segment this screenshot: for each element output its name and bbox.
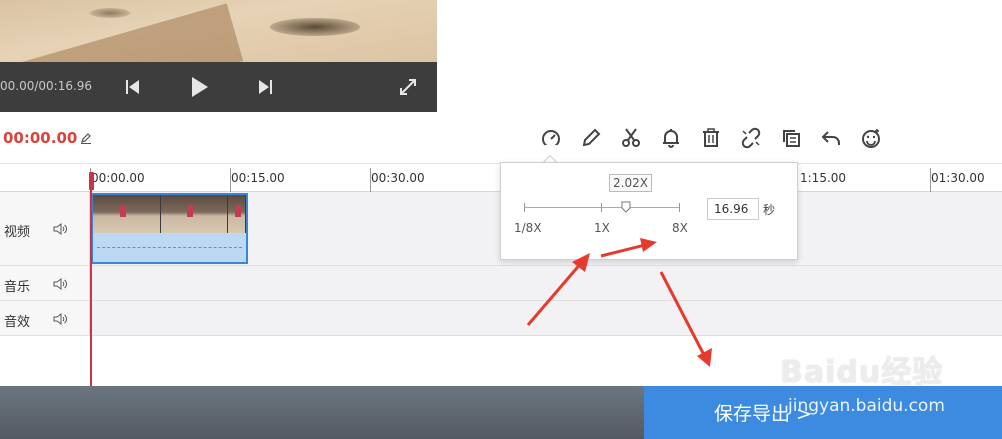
clip-thumbnail [93,195,161,233]
speedometer-icon [542,130,560,148]
duration-input[interactable]: 16.96 [707,198,759,220]
track-name: 音乐 [4,280,31,295]
track-header: 音乐 [0,266,90,300]
pencil-icon [582,128,601,147]
cut-tool-button[interactable] [619,126,643,150]
delete-tool-button[interactable] [699,126,723,150]
play-icon [192,77,208,97]
slider-tick [524,203,525,212]
next-frame-button[interactable] [253,75,277,99]
playhead[interactable] [90,172,92,386]
video-editor: 00.00/00:16.96 00:00.00 00:00.00 00:15.0… [0,0,1002,439]
music-track[interactable]: 音乐 [0,266,1002,301]
volume-icon[interactable] [52,311,68,327]
slider-tick [679,203,680,212]
undo-tool-button[interactable] [819,126,843,150]
copy-tool-button[interactable] [779,126,803,150]
skip-forward-icon [259,80,272,94]
speed-min-label: 1/8X [514,221,542,235]
current-time: 00:00.00 [3,129,78,147]
undo-icon [821,131,840,145]
clip-thumbnails [93,195,247,233]
clip-thumbnail [228,195,247,233]
edit-tool-button[interactable] [579,126,603,150]
audio-waveform [97,247,242,248]
emoji-icon [862,129,880,148]
volume-icon[interactable] [52,221,68,237]
ruler-label: 00:15.00 [231,171,285,185]
edit-time-icon[interactable] [80,132,92,144]
fullscreen-icon [400,79,416,95]
play-button[interactable] [188,75,212,99]
clip-thumbnail [160,195,229,233]
speed-slider-thumb[interactable] [621,201,631,213]
speed-tool-button[interactable] [539,126,563,150]
playhead-handle[interactable] [89,172,94,190]
scissors-icon [622,128,640,147]
track-name: 音效 [4,315,31,330]
sound-effect-track[interactable]: 音效 [0,301,1002,336]
trash-icon [703,128,719,147]
bell-icon [663,129,679,148]
unlink-tool-button[interactable] [739,126,763,150]
speed-mid-label: 1X [594,221,610,235]
track-header: 音效 [0,301,90,335]
track-name: 视频 [4,225,31,240]
preview-frame [0,0,437,62]
sticker-tool-button[interactable] [859,126,883,150]
speed-popup: 2.02X 1/8X 1X 8X 16.96 秒 [500,162,798,260]
ruler-label: 00:00.00 [91,171,145,185]
player-time: 00.00/00:16.96 [0,79,93,93]
previous-frame-button[interactable] [121,75,145,99]
video-preview: 00.00/00:16.96 [0,0,437,112]
skip-back-icon [126,80,139,94]
ruler-label: 1:15.00 [800,171,847,185]
player-controls: 00.00/00:16.96 [0,62,437,112]
edit-toolbar: 00:00.00 [0,112,1002,164]
video-clip[interactable] [91,193,248,264]
fullscreen-button[interactable] [396,75,420,99]
speed-max-label: 8X [672,221,688,235]
track-header: 视频 [0,192,90,265]
duration-unit: 秒 [763,203,776,217]
speed-value-badge: 2.02X [609,174,652,192]
broken-link-icon [741,127,761,149]
ruler-label: 01:30.00 [931,171,985,185]
watermark-url: jingyan.baidu.com [788,396,945,416]
watermark-logo: Baidu经验 [780,355,944,390]
copy-icon [783,130,800,147]
volume-icon[interactable] [52,276,68,292]
ruler-label: 00:30.00 [371,171,425,185]
slider-tick [601,203,602,212]
reminder-tool-button[interactable] [659,126,683,150]
